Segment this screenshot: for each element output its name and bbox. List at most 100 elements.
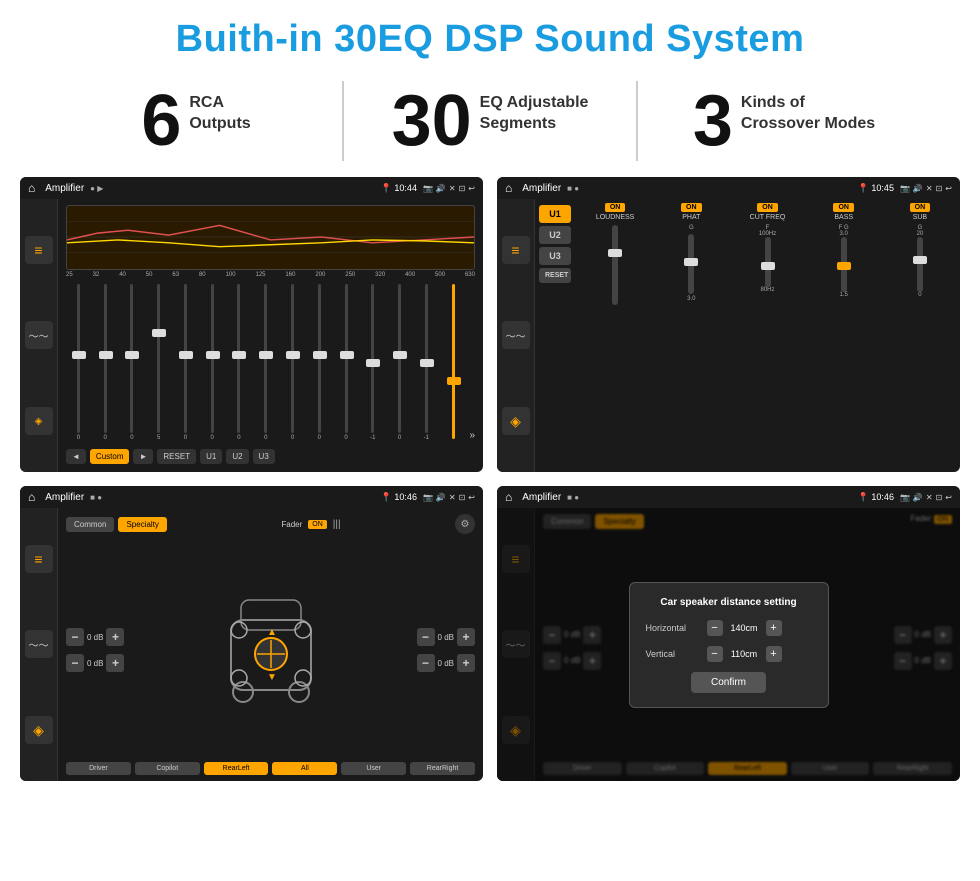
dialog-vertical-control: − 110cm + — [707, 646, 782, 662]
dots-4: ■ ● — [567, 493, 579, 502]
db-controls-right: − 0 dB + − 0 dB + — [417, 542, 475, 758]
rearright-btn[interactable]: RearRight — [410, 762, 475, 775]
driver-btn[interactable]: Driver — [66, 762, 131, 775]
channel-u2[interactable]: U2 — [539, 226, 571, 244]
dialog-vertical-row: Vertical − 110cm + — [646, 646, 812, 662]
eq-slider-6[interactable]: 0 — [227, 284, 252, 441]
stats-row: 6 RCAOutputs 30 EQ AdjustableSegments 3 … — [0, 73, 980, 177]
eq-freq-labels: 2532 4050 6380 100125 160200 250320 4005… — [66, 270, 475, 280]
db-plus-2[interactable]: + — [106, 654, 124, 672]
prev-btn[interactable]: ◄ — [66, 449, 86, 464]
eq-slider-4[interactable]: 0 — [173, 284, 198, 441]
copilot-btn[interactable]: Copilot — [135, 762, 200, 775]
status-icons-3: 📷🔊✕⊡↩ — [423, 493, 475, 502]
eq-slider-5[interactable]: 0 — [200, 284, 225, 441]
vertical-minus-btn[interactable]: − — [707, 646, 723, 662]
fader-on-badge[interactable]: ON — [308, 520, 327, 529]
car-grid: − 0 dB + − 0 dB + — [66, 542, 475, 758]
horizontal-minus-btn[interactable]: − — [707, 620, 723, 636]
sub-slider[interactable] — [917, 237, 923, 292]
horizontal-value: 140cm — [727, 623, 762, 633]
stat-divider-1 — [342, 81, 344, 161]
eq-slider-7[interactable]: 0 — [253, 284, 278, 441]
amp-main-panel: ON LOUDNESS ON PHAT G 3.0 — [575, 199, 960, 472]
cutfreq-on[interactable]: ON — [757, 203, 778, 212]
home-icon-3[interactable]: ⌂ — [28, 490, 35, 504]
u2-btn[interactable]: U2 — [226, 449, 248, 464]
settings-icon[interactable]: ⚙ — [455, 514, 475, 534]
cutfreq-slider[interactable] — [765, 237, 771, 287]
eq-slider-9[interactable]: 0 — [307, 284, 332, 441]
page-title: Buith-in 30EQ DSP Sound System — [0, 0, 980, 73]
home-icon-1[interactable]: ⌂ — [28, 181, 35, 195]
confirm-button[interactable]: Confirm — [691, 672, 766, 693]
eq-ctrl-1[interactable]: ≡ — [25, 236, 53, 264]
db-val-3: 0 dB — [438, 633, 454, 642]
all-btn[interactable]: All — [272, 762, 337, 775]
user-btn[interactable]: User — [341, 762, 406, 775]
eq-slider-11[interactable]: -1 — [360, 284, 385, 441]
u1-btn[interactable]: U1 — [200, 449, 222, 464]
dialog-box: Car speaker distance setting Horizontal … — [629, 582, 829, 708]
eq-slider-13[interactable]: -1 — [414, 284, 439, 441]
screens-grid: ⌂ Amplifier ● ▶ 📍 10:44 📷🔊✕⊡↩ ≡ 〜〜 ◈ — [0, 177, 980, 781]
db-plus-1[interactable]: + — [106, 628, 124, 646]
reset-btn[interactable]: RESET — [157, 449, 196, 464]
channel-u1[interactable]: U1 — [539, 205, 571, 223]
specialty-tab[interactable]: Specialty — [118, 517, 166, 532]
db-plus-4[interactable]: + — [457, 654, 475, 672]
eq-slider-14[interactable] — [441, 284, 466, 441]
rearleft-btn[interactable]: RearLeft — [204, 762, 269, 775]
channel-u3[interactable]: U3 — [539, 247, 571, 265]
amp-bass: ON BASS F G 3.0 1.5 — [808, 203, 880, 468]
u3-btn[interactable]: U3 — [253, 449, 275, 464]
status-bar-1: ⌂ Amplifier ● ▶ 📍 10:44 📷🔊✕⊡↩ — [20, 177, 483, 199]
custom-btn[interactable]: Custom — [90, 449, 130, 464]
eq-slider-8[interactable]: 0 — [280, 284, 305, 441]
db-minus-4[interactable]: − — [417, 654, 435, 672]
bass-on[interactable]: ON — [833, 203, 854, 212]
eq-ctrl-2[interactable]: 〜〜 — [25, 321, 53, 349]
eq-ctrl-3[interactable]: ◈ — [25, 407, 53, 435]
eq-slider-12[interactable]: 0 — [387, 284, 412, 441]
stat-divider-2 — [636, 81, 638, 161]
loudness-slider[interactable] — [612, 225, 618, 305]
db-minus-1[interactable]: − — [66, 628, 84, 646]
db-minus-2[interactable]: − — [66, 654, 84, 672]
car-visual: ▲ ▼ — [130, 542, 410, 758]
eq-slider-2[interactable]: 0 — [120, 284, 145, 441]
vertical-plus-btn[interactable]: + — [766, 646, 782, 662]
horizontal-plus-btn[interactable]: + — [766, 620, 782, 636]
dialog-horizontal-label: Horizontal — [646, 623, 701, 633]
dialog-overlay: Car speaker distance setting Horizontal … — [497, 508, 960, 781]
specialty-content: ≡ 〜〜 ◈ Common Specialty Fader ON ||| ⚙ — [20, 508, 483, 781]
eq-panel: 2532 4050 6380 100125 160200 250320 4005… — [58, 199, 483, 472]
db-plus-3[interactable]: + — [457, 628, 475, 646]
amp-ctrl-3[interactable]: ◈ — [502, 407, 530, 435]
play-btn[interactable]: ► — [133, 449, 153, 464]
eq-slider-1[interactable]: 0 — [93, 284, 118, 441]
db-minus-3[interactable]: − — [417, 628, 435, 646]
spec-ctrl-2[interactable]: 〜〜 — [25, 630, 53, 658]
left-controls-1: ≡ 〜〜 ◈ — [20, 199, 58, 472]
sub-on[interactable]: ON — [910, 203, 931, 212]
phat-slider[interactable] — [688, 234, 694, 294]
amp-phat: ON PHAT G 3.0 — [655, 203, 727, 468]
eq-slider-3[interactable]: 5 — [146, 284, 171, 441]
loudness-on[interactable]: ON — [605, 203, 626, 212]
home-icon-4[interactable]: ⌂ — [505, 490, 512, 504]
eq-slider-0[interactable]: 0 — [66, 284, 91, 441]
dialog-vertical-label: Vertical — [646, 649, 701, 659]
amp-ctrl-1[interactable]: ≡ — [502, 236, 530, 264]
home-icon-2[interactable]: ⌂ — [505, 181, 512, 195]
spec-ctrl-1[interactable]: ≡ — [25, 545, 53, 573]
time-1: 📍 10:44 — [381, 183, 417, 194]
spec-ctrl-3[interactable]: ◈ — [25, 716, 53, 744]
eq-slider-10[interactable]: 0 — [334, 284, 359, 441]
bass-slider[interactable] — [841, 237, 847, 292]
channel-reset[interactable]: RESET — [539, 268, 571, 283]
stat-rca: 6 RCAOutputs — [60, 85, 332, 157]
common-tab[interactable]: Common — [66, 517, 114, 532]
phat-on[interactable]: ON — [681, 203, 702, 212]
amp-ctrl-2[interactable]: 〜〜 — [502, 321, 530, 349]
